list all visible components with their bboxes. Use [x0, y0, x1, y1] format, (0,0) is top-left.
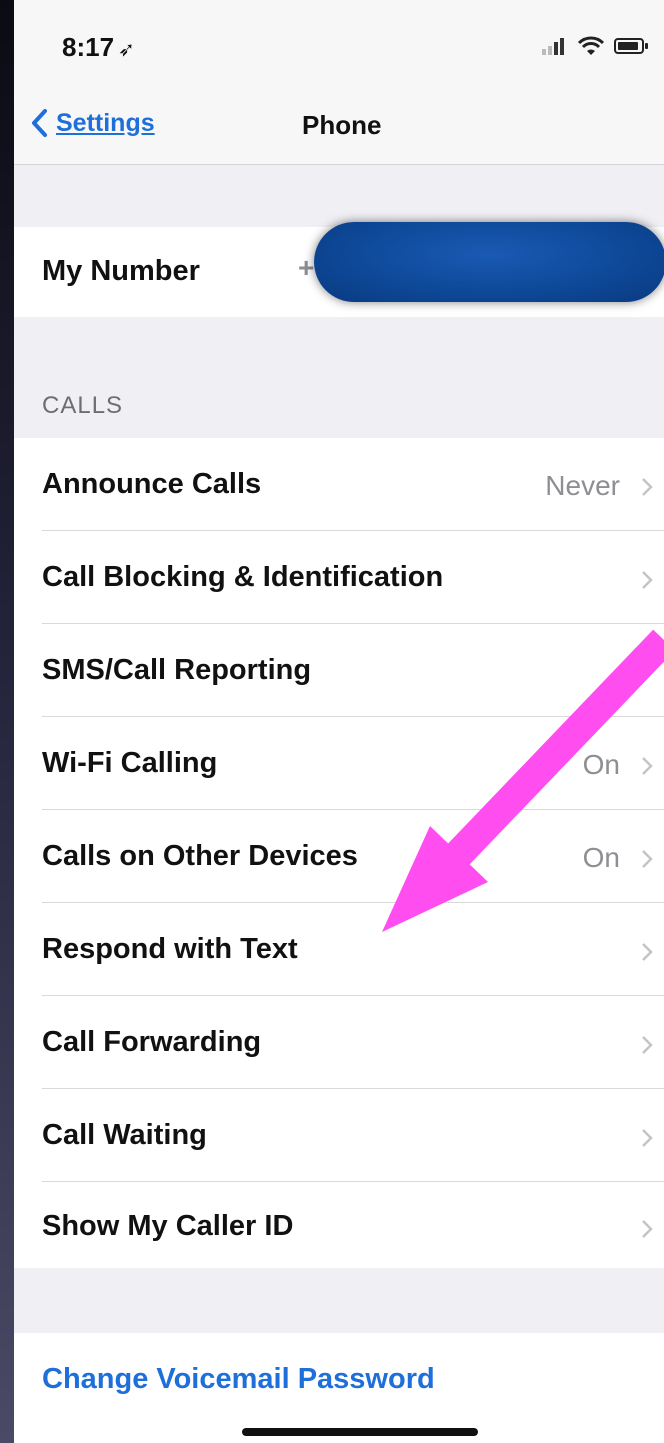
- annotation-arrow: [382, 629, 664, 932]
